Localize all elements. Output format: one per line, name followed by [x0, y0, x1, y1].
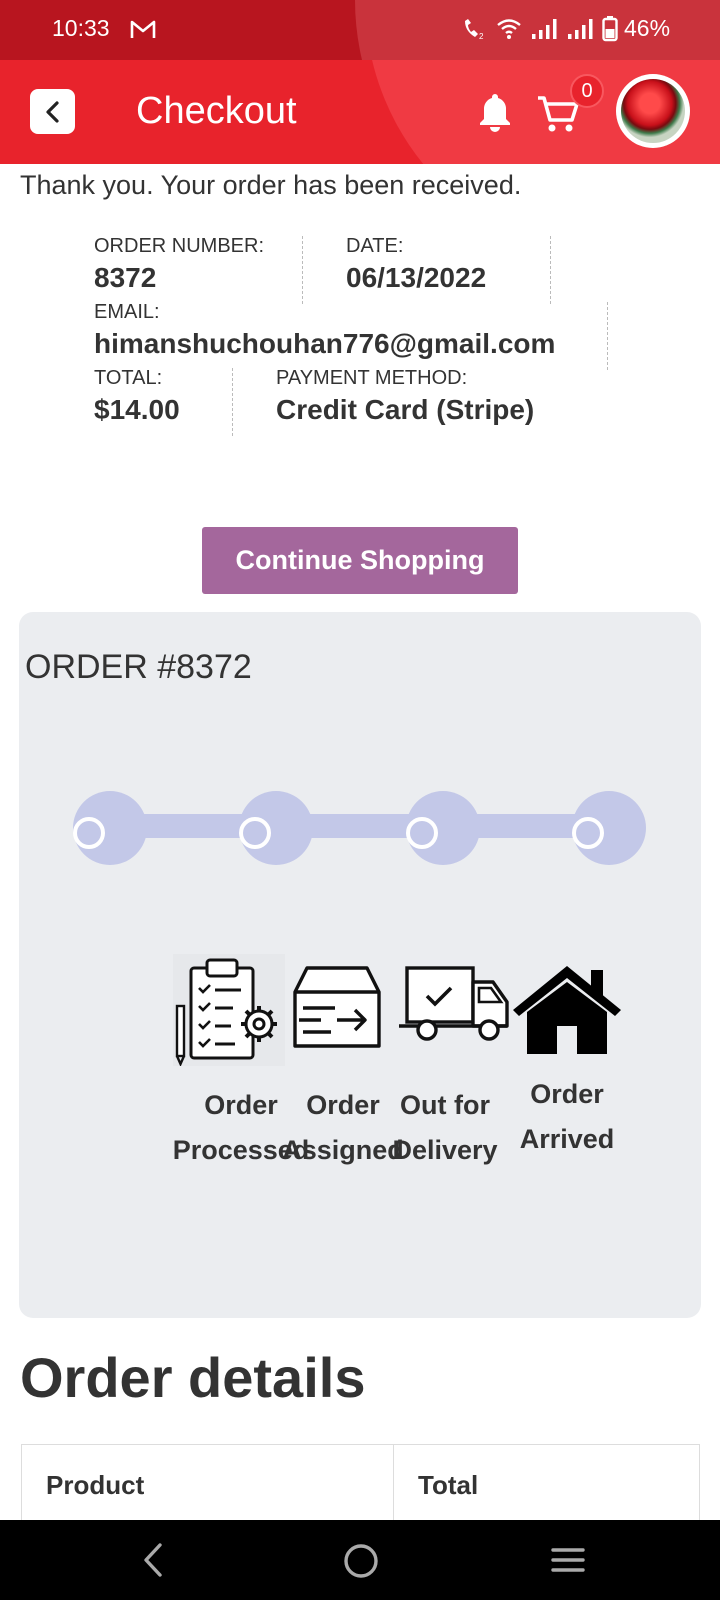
- signal-icon-1: [532, 19, 557, 39]
- clipboard-gear-icon: [173, 954, 285, 1066]
- nav-menu-icon[interactable]: [550, 1542, 586, 1578]
- gmail-icon: [130, 20, 156, 38]
- avatar[interactable]: [616, 74, 690, 148]
- nav-back-icon[interactable]: [140, 1542, 166, 1578]
- total-value: $14.00: [94, 394, 180, 425]
- total-label: TOTAL:: [94, 367, 163, 389]
- wifi-call-icon: 2: [465, 19, 484, 41]
- step-4-radio[interactable]: [572, 817, 604, 849]
- page-title: Checkout: [136, 90, 297, 132]
- step-4-label-line2: Arrived: [519, 1124, 615, 1154]
- order-details-title: Order details: [20, 1346, 366, 1409]
- step-3-label-line1: Out for: [400, 1090, 490, 1120]
- chevron-left-icon: [45, 100, 59, 123]
- battery-icon: [602, 16, 618, 42]
- wifi-icon: [497, 19, 521, 39]
- divider: [607, 302, 608, 370]
- battery-percent: 46%: [624, 15, 671, 41]
- date-block: DATE: 06/13/2022: [346, 235, 486, 294]
- system-icons: 2: [462, 16, 618, 42]
- payment-method-value: Credit Card (Stripe): [276, 394, 535, 425]
- cart-count-badge: 0: [570, 74, 604, 108]
- avatar-image: [621, 79, 685, 143]
- progress-track: [109, 814, 599, 838]
- step-3-label-line2: Delivery: [392, 1135, 498, 1165]
- product-column-header: Product: [46, 1470, 145, 1500]
- signal-icon-2: [568, 19, 593, 39]
- bell-icon[interactable]: [476, 92, 514, 132]
- box-arrow-icon: [293, 966, 381, 1048]
- order-heading: ORDER #8372: [25, 648, 252, 686]
- payment-method-block: PAYMENT METHOD: Credit Card (Stripe): [276, 367, 534, 426]
- step-3-radio[interactable]: [406, 817, 438, 849]
- total-block: TOTAL: $14.00: [94, 367, 180, 426]
- date-value: 06/13/2022: [346, 262, 487, 293]
- status-bar: 10:33 2 46%: [0, 0, 720, 60]
- email-value: himanshuchouhan776@gmail.com: [94, 328, 556, 359]
- back-button[interactable]: [30, 89, 75, 134]
- step-2-radio[interactable]: [239, 817, 271, 849]
- order-number-label: ORDER NUMBER:: [94, 235, 265, 257]
- email-label: EMAIL:: [94, 301, 160, 323]
- svg-text:2: 2: [479, 32, 484, 41]
- total-column-header: Total: [418, 1470, 479, 1500]
- continue-shopping-button[interactable]: Continue Shopping: [202, 527, 518, 594]
- step-1-radio[interactable]: [73, 817, 105, 849]
- email-block: EMAIL: himanshuchouhan776@gmail.com: [94, 301, 555, 360]
- divider: [302, 236, 303, 304]
- order-number-block: ORDER NUMBER: 8372: [94, 235, 264, 294]
- divider: [232, 368, 233, 436]
- payment-method-label: PAYMENT METHOD:: [276, 367, 468, 389]
- divider: [550, 236, 551, 304]
- system-nav-bar: [0, 1520, 720, 1600]
- step-3-label: Out for Delivery: [375, 1083, 515, 1173]
- delivery-truck-icon: [399, 966, 509, 1041]
- status-time: 10:33: [52, 15, 110, 41]
- order-tracker-card: ORDER #8372 Order Processed Order Assign…: [19, 612, 701, 1318]
- order-number-value: 8372: [94, 262, 157, 293]
- step-4-label-line1: Order: [530, 1079, 604, 1109]
- house-icon: [513, 966, 621, 1054]
- step-4-label: Order Arrived: [497, 1072, 637, 1162]
- thank-you-message: Thank you. Your order has been received.: [20, 170, 522, 200]
- date-label: DATE:: [346, 235, 404, 257]
- nav-home-icon[interactable]: [342, 1542, 380, 1580]
- app-bar: Checkout 0: [0, 60, 720, 164]
